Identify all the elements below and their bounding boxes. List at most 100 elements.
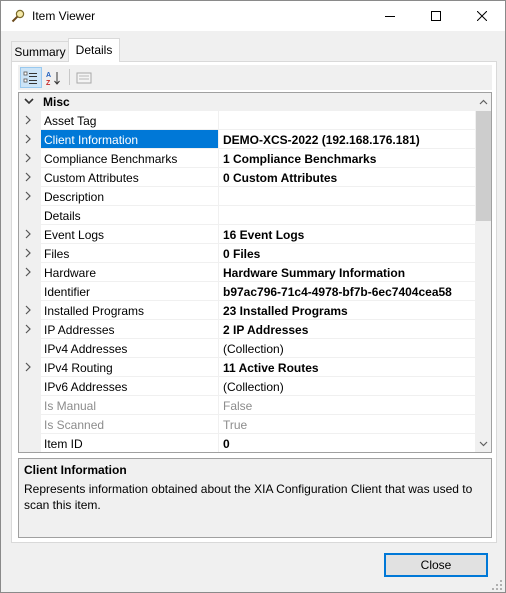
property-row[interactable]: Installed Programs 23 Installed Programs xyxy=(19,301,475,320)
property-name[interactable]: Hardware xyxy=(41,263,218,282)
resize-grip-icon[interactable] xyxy=(491,579,503,591)
row-gutter[interactable] xyxy=(19,149,41,168)
chevron-right-icon[interactable] xyxy=(23,305,33,315)
property-name[interactable]: IPv6 Addresses xyxy=(41,377,218,396)
property-value[interactable]: Hardware Summary Information xyxy=(219,263,475,282)
property-value[interactable]: False xyxy=(219,396,475,415)
row-gutter[interactable] xyxy=(19,111,41,130)
details-tab-panel: A Z Misc Asset Tag Client Information DE… xyxy=(11,61,497,543)
window-title: Item Viewer xyxy=(32,9,96,23)
property-name[interactable]: Is Manual xyxy=(41,396,218,415)
property-name[interactable]: Compliance Benchmarks xyxy=(41,149,218,168)
property-row[interactable]: Custom Attributes 0 Custom Attributes xyxy=(19,168,475,187)
property-name[interactable]: Installed Programs xyxy=(41,301,218,320)
property-row[interactable]: Client Information DEMO-XCS-2022 (192.168… xyxy=(19,130,475,149)
row-gutter[interactable] xyxy=(19,244,41,263)
property-name[interactable]: Asset Tag xyxy=(41,111,218,130)
property-value[interactable]: 16 Event Logs xyxy=(219,225,475,244)
property-grid: Misc Asset Tag Client Information DEMO-XCS… xyxy=(18,92,492,453)
chevron-right-icon[interactable] xyxy=(23,134,33,144)
categorized-button[interactable] xyxy=(20,67,42,88)
property-row[interactable]: Details xyxy=(19,206,475,225)
property-value[interactable]: (Collection) xyxy=(219,377,475,396)
chevron-down-icon[interactable] xyxy=(23,95,35,107)
property-row[interactable]: Asset Tag xyxy=(19,111,475,130)
row-gutter[interactable] xyxy=(19,263,41,282)
property-value[interactable] xyxy=(219,111,475,130)
chevron-right-icon[interactable] xyxy=(23,248,33,258)
property-value[interactable]: 2 IP Addresses xyxy=(219,320,475,339)
row-gutter[interactable] xyxy=(19,130,41,149)
property-name[interactable]: IP Addresses xyxy=(41,320,218,339)
chevron-right-icon[interactable] xyxy=(23,153,33,163)
close-window-button[interactable] xyxy=(459,1,505,31)
property-row[interactable]: IPv4 Routing 11 Active Routes xyxy=(19,358,475,377)
property-row[interactable]: IPv6 Addresses (Collection) xyxy=(19,377,475,396)
category-row-misc[interactable]: Misc xyxy=(19,93,475,111)
property-value[interactable]: 0 Files xyxy=(219,244,475,263)
row-gutter[interactable] xyxy=(19,301,41,320)
property-row[interactable]: Is Manual False xyxy=(19,396,475,415)
property-name[interactable]: Item ID xyxy=(41,434,218,452)
minimize-button[interactable] xyxy=(367,1,413,31)
magnifier-app-icon xyxy=(10,9,26,23)
property-value[interactable]: True xyxy=(219,415,475,434)
row-gutter[interactable] xyxy=(19,168,41,187)
toolbar-separator xyxy=(69,69,70,85)
property-row[interactable]: Identifier b97ac796-71c4-4978-bf7b-6ec740… xyxy=(19,282,475,301)
property-pages-button[interactable] xyxy=(73,67,95,88)
property-name[interactable]: Is Scanned xyxy=(41,415,218,434)
property-row[interactable]: Is Scanned True xyxy=(19,415,475,434)
property-row[interactable]: Compliance Benchmarks 1 Compliance Benchm… xyxy=(19,149,475,168)
property-name[interactable]: Identifier xyxy=(41,282,218,301)
chevron-right-icon[interactable] xyxy=(23,191,33,201)
property-value[interactable]: 0 Custom Attributes xyxy=(219,168,475,187)
property-value[interactable] xyxy=(219,206,475,225)
property-row[interactable]: IP Addresses 2 IP Addresses xyxy=(19,320,475,339)
property-value[interactable]: DEMO-XCS-2022 (192.168.176.181) xyxy=(219,130,475,149)
chevron-right-icon[interactable] xyxy=(23,115,33,125)
property-row[interactable]: Item ID 0 xyxy=(19,434,475,452)
property-value[interactable]: 1 Compliance Benchmarks xyxy=(219,149,475,168)
property-row[interactable]: Event Logs 16 Event Logs xyxy=(19,225,475,244)
minimize-icon xyxy=(385,16,395,17)
tab-details[interactable]: Details xyxy=(68,38,120,62)
scrollbar-thumb[interactable] xyxy=(476,111,491,221)
property-name[interactable]: Client Information xyxy=(41,130,218,149)
property-row[interactable]: IPv4 Addresses (Collection) xyxy=(19,339,475,358)
property-row[interactable]: Files 0 Files xyxy=(19,244,475,263)
row-gutter[interactable] xyxy=(19,225,41,244)
vertical-scrollbar[interactable] xyxy=(475,93,491,452)
row-gutter xyxy=(19,282,41,301)
property-value[interactable]: 23 Installed Programs xyxy=(219,301,475,320)
chevron-right-icon[interactable] xyxy=(23,229,33,239)
property-name[interactable]: Custom Attributes xyxy=(41,168,218,187)
property-value[interactable]: b97ac796-71c4-4978-bf7b-6ec7404cea58 xyxy=(219,282,475,301)
svg-text:Z: Z xyxy=(46,80,51,86)
chevron-right-icon[interactable] xyxy=(23,172,33,182)
property-value[interactable]: (Collection) xyxy=(219,339,475,358)
scroll-up-button[interactable] xyxy=(475,93,491,110)
row-gutter[interactable] xyxy=(19,358,41,377)
property-name[interactable]: IPv4 Addresses xyxy=(41,339,218,358)
close-button[interactable]: Close xyxy=(384,553,488,577)
property-name[interactable]: Description xyxy=(41,187,218,206)
property-row[interactable]: Hardware Hardware Summary Information xyxy=(19,263,475,282)
row-gutter[interactable] xyxy=(19,187,41,206)
property-value[interactable]: 11 Active Routes xyxy=(219,358,475,377)
chevron-right-icon[interactable] xyxy=(23,267,33,277)
property-value[interactable]: 0 xyxy=(219,434,475,452)
maximize-button[interactable] xyxy=(413,1,459,31)
row-gutter[interactable] xyxy=(19,320,41,339)
chevron-right-icon[interactable] xyxy=(23,324,33,334)
property-name[interactable]: Details xyxy=(41,206,218,225)
chevron-right-icon[interactable] xyxy=(23,362,33,372)
property-name[interactable]: Event Logs xyxy=(41,225,218,244)
scroll-down-button[interactable] xyxy=(475,435,491,452)
property-name[interactable]: IPv4 Routing xyxy=(41,358,218,377)
alphabetical-button[interactable]: A Z xyxy=(43,67,65,88)
property-value[interactable] xyxy=(219,187,475,206)
property-name[interactable]: Files xyxy=(41,244,218,263)
property-row[interactable]: Description xyxy=(19,187,475,206)
tab-summary[interactable]: Summary xyxy=(11,41,69,61)
